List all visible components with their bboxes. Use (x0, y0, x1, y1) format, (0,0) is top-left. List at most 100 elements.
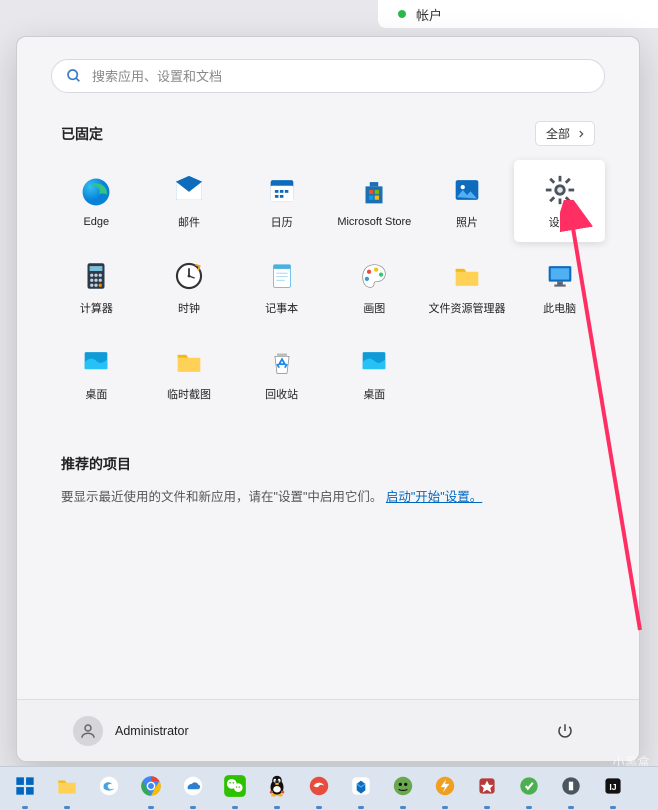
app-tile-edge[interactable]: Edge (51, 160, 142, 242)
taskbar-wechat[interactable] (218, 772, 252, 806)
app-tile-paint[interactable]: 画图 (329, 246, 420, 328)
taskbar-todesk[interactable] (302, 772, 336, 806)
pinned-header: 已固定 全部 (61, 121, 595, 146)
app-label: 此电脑 (543, 300, 576, 316)
app-tile-recycle[interactable]: 回收站 (236, 332, 327, 414)
taskbar-explorer[interactable] (50, 772, 84, 806)
taskbar-start[interactable] (8, 772, 42, 806)
app-label: 临时截图 (167, 386, 211, 402)
app-tile-mail[interactable]: 邮件 (144, 160, 235, 242)
edge-icon (79, 175, 113, 209)
power-button[interactable] (547, 713, 583, 749)
recommended-title: 推荐的项目 (61, 454, 595, 474)
app-tile-notepad[interactable]: 记事本 (236, 246, 327, 328)
app-tile-calendar[interactable]: 日历 (236, 160, 327, 242)
chrome-icon (138, 773, 164, 804)
start-icon (12, 773, 38, 804)
msstore-icon (357, 175, 391, 209)
taskbar-app1[interactable] (470, 772, 504, 806)
chevron-right-icon (576, 129, 586, 139)
tempshot-icon (172, 345, 206, 379)
wechat-icon (222, 773, 248, 804)
user-account-button[interactable]: Administrator (73, 716, 189, 746)
recommended-text: 要显示最近使用的文件和新应用，请在"设置"中启用它们。 启动"开始"设置。 (61, 486, 595, 505)
desktop1-icon (79, 345, 113, 379)
user-icon (79, 722, 97, 740)
start-menu-footer: Administrator (17, 699, 639, 761)
explorer-icon (450, 259, 484, 293)
app4-icon: IJ (600, 773, 626, 804)
notepad-icon (265, 259, 299, 293)
mail-icon (172, 173, 206, 207)
search-input[interactable] (92, 69, 590, 84)
app2-icon (516, 773, 542, 804)
calculator-icon (79, 259, 113, 293)
app-tile-msstore[interactable]: Microsoft Store (329, 160, 420, 242)
app-label: 桌面 (363, 386, 385, 402)
app-label: 日历 (271, 214, 293, 230)
taskbar-clash[interactable] (386, 772, 420, 806)
taskbar: IJ (0, 766, 658, 810)
baidudisk-icon (180, 773, 206, 804)
app-tile-explorer[interactable]: 文件资源管理器 (422, 246, 513, 328)
background-window-fragment: 帐户 (378, 0, 658, 28)
start-menu: 已固定 全部 Edge 邮件 日历 Microsoft Store 照片 设置计算器 时钟记… (16, 36, 640, 762)
recommended-section: 推荐的项目 要显示最近使用的文件和新应用，请在"设置"中启用它们。 启动"开始"… (61, 454, 595, 505)
app-tile-tempshot[interactable]: 临时截图 (144, 332, 235, 414)
clock-icon (172, 259, 206, 293)
app-tile-desktop2[interactable]: 桌面 (329, 332, 420, 414)
explorer-icon (54, 773, 80, 804)
app-label: 记事本 (265, 300, 298, 316)
app-label: 计算器 (80, 300, 113, 316)
pinned-grid: Edge 邮件 日历 Microsoft Store 照片 设置计算器 时钟记事本 画图 文件资… (51, 160, 605, 414)
sogou-icon (96, 773, 122, 804)
all-label: 全部 (546, 125, 570, 142)
desktop2-icon (357, 345, 391, 379)
app-label: Edge (83, 216, 109, 228)
power-icon (556, 722, 574, 740)
app-tile-calculator[interactable]: 计算器 (51, 246, 142, 328)
app-tile-clock[interactable]: 时钟 (144, 246, 235, 328)
app-label: 邮件 (178, 214, 200, 230)
search-bar[interactable] (51, 59, 605, 93)
clash-icon (390, 773, 416, 804)
taskbar-app4[interactable]: IJ (596, 772, 630, 806)
taskbar-chrome[interactable] (134, 772, 168, 806)
app1-icon (474, 773, 500, 804)
taskbar-app3[interactable] (554, 772, 588, 806)
fragment-text: 帐户 (416, 5, 442, 24)
photos-icon (450, 173, 484, 207)
taskbar-app2[interactable] (512, 772, 546, 806)
app-label: 画图 (363, 300, 385, 316)
app-label: Microsoft Store (337, 216, 411, 228)
all-apps-button[interactable]: 全部 (535, 121, 595, 146)
app-tile-settings[interactable]: 设置 (514, 160, 605, 242)
svg-text:IJ: IJ (609, 782, 616, 792)
taskbar-baidudisk[interactable] (176, 772, 210, 806)
status-dot-icon (398, 10, 406, 18)
taskbar-thunder[interactable] (428, 772, 462, 806)
search-icon (66, 68, 82, 84)
app-label: 设置 (549, 214, 571, 230)
launch-start-settings-link[interactable]: 启动"开始"设置。 (386, 490, 482, 504)
app-label: 回收站 (265, 386, 298, 402)
calendar-icon (265, 173, 299, 207)
taskbar-tencentmeeting[interactable] (344, 772, 378, 806)
recycle-icon (265, 345, 299, 379)
paint-icon (357, 259, 391, 293)
app-tile-thispc[interactable]: 此电脑 (514, 246, 605, 328)
qq-icon (264, 773, 290, 804)
app-tile-desktop1[interactable]: 桌面 (51, 332, 142, 414)
app-tile-photos[interactable]: 照片 (422, 160, 513, 242)
taskbar-sogou[interactable] (92, 772, 126, 806)
tencentmeeting-icon (348, 773, 374, 804)
todesk-icon (306, 773, 332, 804)
app-label: 桌面 (85, 386, 107, 402)
thispc-icon (543, 259, 577, 293)
app3-icon (558, 773, 584, 804)
taskbar-qq[interactable] (260, 772, 294, 806)
app-label: 照片 (456, 214, 478, 230)
thunder-icon (432, 773, 458, 804)
pinned-title: 已固定 (61, 124, 103, 144)
username: Administrator (115, 724, 189, 738)
